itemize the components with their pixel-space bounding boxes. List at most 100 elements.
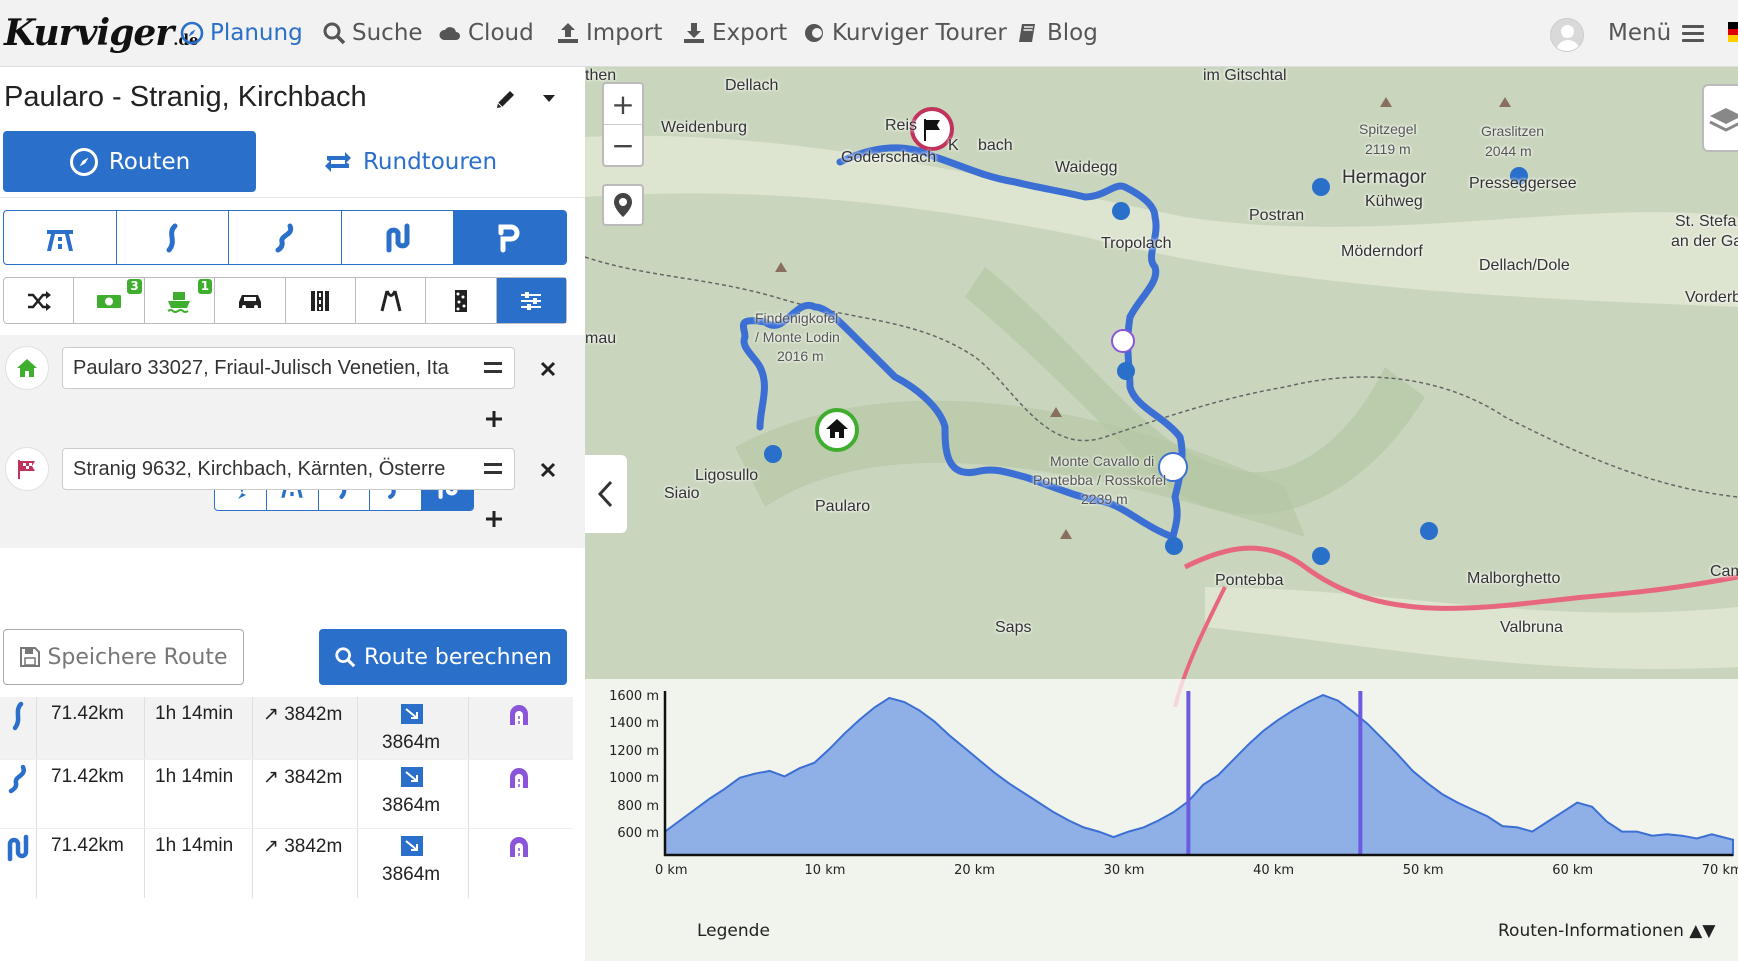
elevation-panel: 600 m 800 m 1000 m 1200 m 1400 m 1600 m 0 km 1… <box>585 679 1738 961</box>
x-tick-label: 30 km <box>1103 863 1145 878</box>
road-type-curviest[interactable] <box>454 211 566 264</box>
option-tunnel[interactable] <box>286 278 356 323</box>
nav-kurviger-tourer[interactable]: Kurviger Tourer <box>802 20 1007 46</box>
chevron-left-icon <box>597 480 613 508</box>
route-info-toggle[interactable]: Routen-Informationen ▲▼ <box>1498 921 1715 941</box>
map-label: bach <box>978 137 1013 154</box>
roundtrip-icon <box>324 151 351 172</box>
drag-handle-icon[interactable] <box>484 362 502 374</box>
map-label: Postran <box>1249 207 1305 224</box>
divider <box>0 197 585 198</box>
nav-export[interactable]: Export <box>682 20 787 46</box>
x-tick-label: 40 km <box>1253 863 1295 878</box>
y-tick-label: 1400 m <box>609 716 659 732</box>
remove-icon[interactable] <box>538 460 558 480</box>
map-label: Weidenburg <box>661 119 747 136</box>
upload-icon <box>558 23 578 43</box>
road-type-more-curvy[interactable] <box>229 211 342 264</box>
zoom-out-button[interactable]: − <box>604 125 642 166</box>
tab-routen[interactable]: Routen <box>3 131 256 192</box>
map-label: 2044 m <box>1485 143 1532 159</box>
drag-handle-icon[interactable] <box>484 463 502 475</box>
road-type-extreme-curvy[interactable] <box>342 211 455 264</box>
map-label: Graslitzen <box>1481 123 1545 139</box>
add-waypoint-icon[interactable] <box>484 509 504 529</box>
map-label: Kühweg <box>1365 193 1423 210</box>
y-tick-label: 1200 m <box>609 743 659 759</box>
nav-suche[interactable]: Suche <box>322 20 423 46</box>
table-row[interactable]: 71.42km 1h 14min ↗ 3842m 3864m <box>0 760 573 829</box>
duration: 1h 14min <box>155 703 234 724</box>
map-label: 2016 m <box>777 348 824 364</box>
road-type-highway[interactable] <box>4 211 117 264</box>
avatar[interactable] <box>1550 18 1584 52</box>
map-label: Paularo <box>815 498 871 515</box>
nav-planung[interactable]: Planung <box>180 20 303 46</box>
map-label: St. Stefa <box>1675 213 1737 230</box>
map-label: Hermagor <box>1342 167 1427 188</box>
option-settings[interactable] <box>496 278 566 323</box>
option-road[interactable] <box>356 278 427 323</box>
top-navigation: Kurviger.de Planung Suche Cloud Import E… <box>0 0 1738 67</box>
zoom-in-button[interactable]: + <box>604 84 642 125</box>
tab-rundtouren[interactable]: Rundtouren <box>290 131 530 192</box>
tunnel-warning-icon <box>510 768 528 788</box>
route-title[interactable]: Paularo - Stranig, Kirchbach <box>4 81 367 114</box>
map-label: Siaio <box>664 485 700 502</box>
x-tick-label: 10 km <box>804 863 846 878</box>
road-type-curvy[interactable] <box>117 211 230 264</box>
ascent: ↗ 3842m <box>263 767 343 788</box>
layers-button[interactable] <box>1702 84 1738 152</box>
tunnel-marker-icon[interactable] <box>1111 329 1135 353</box>
logo[interactable]: Kurviger.de <box>4 12 199 54</box>
nav-import[interactable]: Import <box>556 20 662 46</box>
end-pin-icon[interactable] <box>910 107 954 151</box>
language-flag-icon[interactable] <box>1728 22 1738 42</box>
highway-icon <box>46 229 73 251</box>
elevation-highlight <box>1358 691 1363 855</box>
add-waypoint-icon[interactable] <box>484 409 504 429</box>
caret-down-icon[interactable] <box>542 91 556 105</box>
start-pin-icon[interactable] <box>815 408 859 452</box>
table-row[interactable]: 71.42km 1h 14min ↗ 3842m 3864m <box>0 829 573 898</box>
option-ferry[interactable]: 1 <box>145 278 216 323</box>
option-toll[interactable]: 3 <box>74 278 145 323</box>
collapse-sidebar-button[interactable] <box>585 455 627 533</box>
sliders-icon <box>521 291 542 310</box>
map-label: Valbruna <box>1500 619 1563 636</box>
option-shuffle[interactable] <box>4 278 75 323</box>
map-label: Ligosullo <box>695 467 759 484</box>
search-icon <box>323 22 346 45</box>
save-route-button[interactable]: Speichere Route <box>3 629 244 685</box>
nav-cloud[interactable]: Cloud <box>438 20 534 46</box>
option-car[interactable] <box>215 278 286 323</box>
map[interactable]: im Gitschtal Dellach Weidenburg Reis God… <box>585 67 1738 961</box>
finish-flag-icon <box>18 460 35 479</box>
ferry-icon <box>167 291 191 313</box>
end-input[interactable]: Stranig 9632, Kirchbach, Kärnten, Österr… <box>62 448 515 490</box>
calculate-route-button[interactable]: Route berechnen <box>319 629 567 685</box>
y-tick-label: 1000 m <box>609 771 659 787</box>
elevation-chart[interactable] <box>585 679 1738 919</box>
x-tick-label: 50 km <box>1402 863 1444 878</box>
option-unpaved[interactable] <box>426 278 497 323</box>
descent-icon <box>401 704 423 724</box>
table-row[interactable]: 71.42km 1h 14min ↗ 3842m 3864m <box>0 697 573 760</box>
tunnel-icon <box>311 290 330 311</box>
extreme-curvy-icon <box>7 834 29 862</box>
pencil-icon[interactable] <box>494 87 518 111</box>
cloud-icon <box>439 27 460 40</box>
map-label: im Gitschtal <box>1203 67 1287 84</box>
sidebar: Paularo - Stranig, Kirchbach Routen Rund… <box>0 67 585 961</box>
nav-blog[interactable]: Blog <box>1017 20 1098 46</box>
more-curvy-icon <box>8 764 26 794</box>
menu-label[interactable]: Menü <box>1608 20 1671 46</box>
toll-icon <box>97 294 122 308</box>
remove-icon[interactable] <box>538 359 558 379</box>
legend-toggle[interactable]: Legende <box>697 921 770 941</box>
locate-button[interactable] <box>602 184 644 226</box>
start-input[interactable]: Paularo 33027, Friaul-Julisch Venetien, … <box>62 347 515 389</box>
map-label: Möderndorf <box>1341 243 1423 260</box>
map-label: an der Ga <box>1671 233 1738 250</box>
hamburger-icon[interactable] <box>1682 25 1704 43</box>
